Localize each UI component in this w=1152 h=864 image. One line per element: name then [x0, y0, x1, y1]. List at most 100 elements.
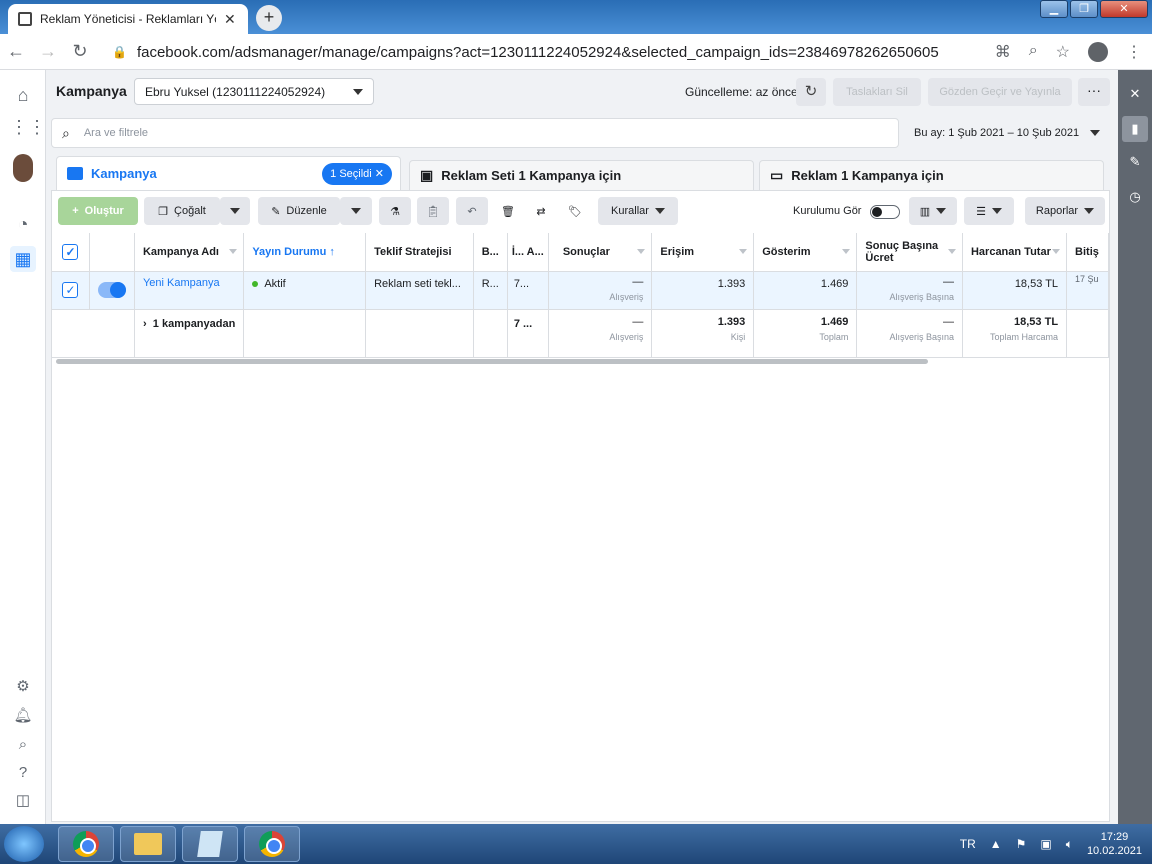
- pencil-icon: ✎: [271, 205, 281, 218]
- window-controls: ▁ ❐ ✕: [1040, 0, 1148, 18]
- summary-label: 1 kampanyadan: [152, 317, 236, 330]
- row-checkbox[interactable]: ✓: [62, 282, 79, 298]
- url-field[interactable]: 🔒 facebook.com/adsmanager/manage/campaig…: [112, 39, 952, 65]
- search-placeholder: Ara ve filtrele: [83, 127, 149, 139]
- col-header-bid[interactable]: Teklif Stratejisi: [365, 233, 474, 272]
- account-selector[interactable]: Ebru Yuksel (1230111224052924): [134, 78, 374, 105]
- undo-button[interactable]: ↶: [456, 197, 488, 225]
- col-header-attribution[interactable]: İ... A...: [507, 233, 549, 272]
- tray-expand-icon[interactable]: ▲: [990, 837, 1002, 851]
- expand-chevron-icon[interactable]: ›: [143, 318, 147, 330]
- clipboard-button[interactable]: 📋︎: [417, 197, 449, 225]
- zoom-icon[interactable]: ⌕: [1029, 42, 1038, 62]
- col-header-name[interactable]: Kampanya Adı: [134, 233, 245, 272]
- flag-icon[interactable]: ⚑: [1016, 837, 1027, 851]
- clock[interactable]: 17:29 10.02.2021: [1087, 830, 1142, 858]
- rules-button[interactable]: Kurallar: [598, 197, 678, 225]
- forward-icon[interactable]: →: [32, 41, 64, 62]
- taskbar-chrome-1[interactable]: [58, 826, 114, 862]
- gauge-icon[interactable]: ◔: [10, 211, 36, 237]
- avatar[interactable]: [13, 154, 33, 182]
- bell-icon[interactable]: 🔔︎: [10, 703, 36, 729]
- window-close-button[interactable]: ✕: [1100, 0, 1148, 18]
- panel-toggle-icon[interactable]: ◫: [10, 788, 36, 814]
- setup-view-toggle[interactable]: [870, 205, 900, 219]
- test-flask-button[interactable]: ⚗: [379, 197, 411, 225]
- horizontal-scrollbar[interactable]: [56, 359, 928, 364]
- tab-campaign[interactable]: Kampanya 1 Seçildi ✕: [56, 156, 401, 190]
- table-row[interactable]: ✓ Yeni Kampanya Aktif Reklam seti tekl..…: [52, 271, 1109, 310]
- translate-icon[interactable]: ⌘: [995, 42, 1011, 62]
- taskbar-chrome-2[interactable]: [244, 826, 300, 862]
- col-header-results[interactable]: Sonuçlar: [548, 233, 653, 272]
- close-icon[interactable]: ✕: [1125, 84, 1145, 104]
- browser-tab[interactable]: Reklam Yöneticisi - Reklamları Yö ✕: [8, 4, 248, 34]
- table-icon[interactable]: ▦: [10, 246, 36, 272]
- undo-icon: ↶: [467, 205, 477, 218]
- taskbar-explorer[interactable]: [120, 826, 176, 862]
- left-nav: ⌂ ⋮⋮ ◔ ▦ ⚙ 🔔︎ ⌕ ? ◫: [0, 70, 46, 824]
- selected-count-badge[interactable]: 1 Seçildi ✕: [322, 163, 392, 185]
- edit-dropdown[interactable]: [340, 197, 372, 225]
- create-button[interactable]: + Oluştur: [58, 197, 138, 225]
- edit-button[interactable]: ✎ Düzenle: [258, 197, 340, 225]
- checkbox-checked-icon[interactable]: ✓: [62, 243, 79, 260]
- breakdown-button[interactable]: ☰: [964, 197, 1014, 225]
- summary-spent: 18,53 TL Toplam Harcama: [962, 309, 1068, 358]
- date-range-picker[interactable]: Bu ay: 1 Şub 2021 – 10 Şub 2021: [906, 118, 1108, 148]
- volume-icon[interactable]: 🔈︎: [1066, 837, 1073, 852]
- columns-button[interactable]: ▥: [909, 197, 957, 225]
- delete-drafts-button[interactable]: Taslakları Sil: [833, 78, 921, 106]
- col-header-cpr[interactable]: Sonuç Başına Ücret: [856, 233, 963, 272]
- maximize-button[interactable]: ❐: [1070, 0, 1098, 18]
- network-icon[interactable]: ▣: [1040, 837, 1051, 851]
- chart-icon[interactable]: ▮: [1122, 116, 1148, 142]
- minimize-button[interactable]: ▁: [1040, 0, 1068, 18]
- menu-kebab-icon[interactable]: ⋮: [1126, 42, 1142, 62]
- col-header-delivery[interactable]: Yayın Durumu ↑: [243, 233, 367, 272]
- pencil-icon[interactable]: ✎: [1125, 152, 1145, 172]
- new-tab-button[interactable]: +: [256, 5, 282, 31]
- search-filter-bar[interactable]: ⌕ Ara ve filtrele: [51, 118, 899, 148]
- campaign-panel: + Oluştur ❐ Çoğalt ✎ Düzenle ⚗ 📋︎ ↶ 🗑︎ ⇄ 🏷…: [51, 190, 1110, 822]
- profile-icon[interactable]: [1088, 42, 1108, 62]
- settings-icon[interactable]: ⚙: [10, 674, 36, 700]
- table-header-row: ✓ Kampanya Adı Yayın Durumu ↑ Teklif Str…: [52, 233, 1109, 272]
- taskbar-notepad[interactable]: [182, 826, 238, 862]
- bookmark-star-icon[interactable]: ☆: [1056, 42, 1070, 62]
- col-header-spent[interactable]: Harcanan Tutar: [962, 233, 1068, 272]
- tag-button[interactable]: 🏷︎: [560, 197, 590, 225]
- results-cell: — Alışveriş: [548, 271, 653, 310]
- ab-test-button[interactable]: ⇄: [526, 197, 556, 225]
- tab-adset[interactable]: ▣ Reklam Seti 1 Kampanya için: [409, 160, 754, 190]
- campaign-status-toggle[interactable]: [97, 282, 126, 298]
- more-options-button[interactable]: ···: [1078, 78, 1110, 106]
- chevron-down-icon: [351, 208, 361, 214]
- help-icon[interactable]: ?: [10, 760, 36, 786]
- toggle-header: [89, 233, 135, 272]
- refresh-button[interactable]: ↻: [796, 78, 826, 106]
- tab-title: Reklam Yöneticisi - Reklamları Yö: [40, 12, 216, 26]
- duplicate-button[interactable]: ❐ Çoğalt: [144, 197, 220, 225]
- review-publish-button[interactable]: Gözden Geçir ve Yayınla: [928, 78, 1072, 106]
- tab-ad[interactable]: ▭ Reklam 1 Kampanya için: [759, 160, 1104, 190]
- col-header-budget[interactable]: B...: [473, 233, 508, 272]
- grid-icon[interactable]: ⋮⋮: [10, 114, 46, 140]
- reports-button[interactable]: Raporlar: [1025, 197, 1105, 225]
- col-header-impressions[interactable]: Gösterim: [753, 233, 858, 272]
- tab-close-icon[interactable]: ✕: [224, 11, 236, 28]
- reload-icon[interactable]: ↻: [64, 41, 96, 62]
- duplicate-dropdown[interactable]: [220, 197, 250, 225]
- clock-icon[interactable]: ◷: [1125, 187, 1145, 207]
- col-header-reach[interactable]: Erişim: [651, 233, 755, 272]
- back-icon[interactable]: ←: [0, 41, 32, 62]
- home-icon[interactable]: ⌂: [10, 82, 36, 108]
- page-title: Kampanya: [56, 83, 127, 99]
- search-icon[interactable]: ⌕: [10, 732, 36, 758]
- campaign-name-link[interactable]: Yeni Kampanya: [143, 277, 220, 289]
- delete-button[interactable]: 🗑︎: [493, 197, 523, 225]
- select-all-cell[interactable]: ✓: [52, 233, 90, 272]
- col-header-end[interactable]: Bitiş: [1066, 233, 1109, 272]
- language-indicator[interactable]: TR: [960, 837, 976, 851]
- start-button[interactable]: [4, 826, 44, 862]
